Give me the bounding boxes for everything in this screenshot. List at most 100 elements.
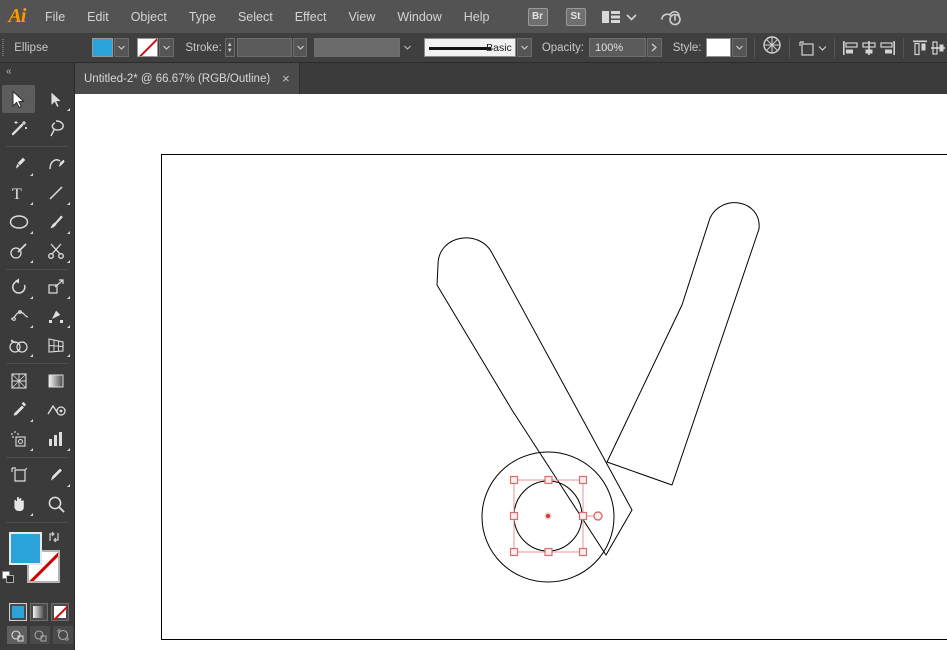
stock-button[interactable]: St bbox=[566, 8, 586, 26]
stroke-weight-chevron-icon[interactable] bbox=[293, 38, 307, 57]
lasso-tool[interactable] bbox=[39, 114, 72, 142]
menu-bar-right-group: Br St bbox=[519, 7, 683, 27]
draw-inside-button[interactable] bbox=[53, 626, 73, 644]
swap-fill-stroke-icon[interactable] bbox=[47, 530, 61, 544]
collapse-toolbar-icon[interactable]: « bbox=[0, 63, 74, 79]
screen-mode-button[interactable] bbox=[0, 644, 74, 650]
toolbar-divider-5 bbox=[6, 522, 68, 523]
toolbar-divider-2 bbox=[6, 269, 68, 270]
graphic-style-group[interactable] bbox=[706, 38, 747, 57]
distribute-vertical-center-icon[interactable] bbox=[929, 38, 947, 58]
color-mode-button[interactable] bbox=[9, 603, 27, 621]
document-tab[interactable]: Untitled-2* @ 66.67% (RGB/Outline) × bbox=[75, 63, 300, 94]
align-left-icon[interactable] bbox=[842, 38, 860, 58]
menu-item-help[interactable]: Help bbox=[453, 0, 501, 33]
opacity-expand-icon[interactable] bbox=[647, 38, 661, 57]
stroke-color-group[interactable] bbox=[137, 38, 174, 57]
default-fill-stroke-icon[interactable] bbox=[2, 571, 15, 584]
menu-item-view[interactable]: View bbox=[337, 0, 386, 33]
menu-item-file[interactable]: File bbox=[34, 0, 76, 33]
artboard-tool[interactable] bbox=[2, 461, 35, 489]
transform-panel-button[interactable] bbox=[797, 39, 827, 57]
pen-tool[interactable] bbox=[2, 150, 35, 178]
stroke-swatch[interactable] bbox=[137, 38, 158, 57]
blend-tool[interactable] bbox=[39, 396, 72, 424]
artboard[interactable] bbox=[161, 154, 947, 640]
control-bar-grip[interactable] bbox=[0, 33, 6, 63]
stroke-dropdown-chevron-icon[interactable] bbox=[159, 38, 174, 57]
cloud-sync-icon[interactable] bbox=[659, 7, 683, 27]
toolbar-fill-swatch[interactable] bbox=[9, 532, 42, 565]
fill-dropdown-chevron-icon[interactable] bbox=[114, 38, 129, 57]
stroke-weight-stepper[interactable]: ▲▼ bbox=[225, 38, 235, 57]
bridge-button[interactable]: Br bbox=[528, 8, 548, 26]
document-tab-title: Untitled-2* @ 66.67% (RGB/Outline) bbox=[84, 73, 270, 85]
align-right-icon[interactable] bbox=[878, 38, 896, 58]
free-transform-tool[interactable] bbox=[39, 302, 72, 330]
scale-tool[interactable] bbox=[39, 273, 72, 301]
fill-swatch[interactable] bbox=[92, 38, 113, 57]
draw-normal-button[interactable] bbox=[7, 626, 27, 644]
direct-selection-tool[interactable] bbox=[39, 85, 72, 113]
slice-tool[interactable] bbox=[39, 461, 72, 489]
control-bar-divider-3 bbox=[834, 38, 835, 58]
width-tool[interactable] bbox=[2, 302, 35, 330]
handle-bottom-center bbox=[545, 549, 552, 556]
canvas-area[interactable] bbox=[75, 94, 947, 650]
menu-item-effect[interactable]: Effect bbox=[284, 0, 338, 33]
symbol-sprayer-tool[interactable] bbox=[2, 425, 35, 453]
width-profile-chevron-icon[interactable] bbox=[401, 38, 414, 57]
magic-wand-tool[interactable] bbox=[2, 114, 35, 142]
recolor-artwork-icon[interactable] bbox=[762, 35, 782, 60]
menu-item-select[interactable]: Select bbox=[227, 0, 284, 33]
brush-definition-group[interactable]: Basic bbox=[424, 38, 532, 57]
toolbar-divider-3 bbox=[6, 363, 68, 364]
scissors-tool[interactable] bbox=[39, 237, 72, 265]
menu-item-object[interactable]: Object bbox=[120, 0, 178, 33]
stroke-weight-input[interactable] bbox=[237, 38, 293, 57]
brush-name-label: Basic bbox=[486, 42, 512, 54]
rotate-tool[interactable] bbox=[2, 273, 35, 301]
handle-bottom-right bbox=[580, 549, 587, 556]
brush-chevron-icon[interactable] bbox=[517, 38, 532, 57]
opacity-input[interactable]: 100% bbox=[589, 38, 646, 57]
none-mode-button[interactable] bbox=[51, 603, 69, 621]
shaper-tool[interactable] bbox=[2, 237, 35, 265]
arrange-documents-icon[interactable] bbox=[601, 10, 621, 24]
close-icon[interactable]: × bbox=[282, 72, 290, 85]
distribute-top-icon[interactable] bbox=[911, 38, 929, 58]
mesh-tool[interactable] bbox=[2, 367, 35, 395]
document-tab-bar: Untitled-2* @ 66.67% (RGB/Outline) × bbox=[0, 63, 947, 94]
eyedropper-tool[interactable] bbox=[2, 396, 35, 424]
column-graph-tool[interactable] bbox=[39, 425, 72, 453]
align-horizontal-center-icon[interactable] bbox=[860, 38, 878, 58]
menu-item-window[interactable]: Window bbox=[386, 0, 452, 33]
ellipse-tool[interactable] bbox=[2, 208, 35, 236]
draw-behind-button[interactable] bbox=[30, 626, 50, 644]
selection-overlay[interactable] bbox=[162, 155, 947, 641]
perspective-grid-tool[interactable] bbox=[39, 331, 72, 359]
graphic-style-swatch[interactable] bbox=[706, 38, 731, 57]
fill-color-group[interactable] bbox=[92, 38, 129, 57]
active-tool-label: Ellipse bbox=[14, 42, 92, 54]
line-segment-tool[interactable] bbox=[39, 179, 72, 207]
width-profile-dropdown[interactable] bbox=[314, 38, 400, 57]
menu-item-type[interactable]: Type bbox=[178, 0, 227, 33]
chevron-down-icon[interactable] bbox=[626, 13, 637, 21]
shape-builder-tool[interactable] bbox=[2, 331, 35, 359]
handle-middle-left bbox=[511, 513, 518, 520]
menu-bar: Ai File Edit Object Type Select Effect V… bbox=[0, 0, 947, 33]
gradient-tool[interactable] bbox=[39, 367, 72, 395]
curvature-tool[interactable] bbox=[39, 150, 72, 178]
graphic-style-chevron-icon[interactable] bbox=[732, 38, 747, 57]
gradient-mode-button[interactable] bbox=[30, 603, 48, 621]
tools-panel: « bbox=[0, 63, 75, 650]
menu-item-edit[interactable]: Edit bbox=[76, 0, 120, 33]
zoom-tool[interactable] bbox=[39, 490, 72, 518]
hand-tool[interactable] bbox=[2, 490, 35, 518]
paintbrush-tool[interactable] bbox=[39, 208, 72, 236]
type-tool[interactable]: T bbox=[2, 179, 35, 207]
selection-tool[interactable] bbox=[2, 85, 35, 113]
transform-chevron-icon bbox=[818, 45, 827, 51]
handle-middle-right bbox=[580, 513, 587, 520]
